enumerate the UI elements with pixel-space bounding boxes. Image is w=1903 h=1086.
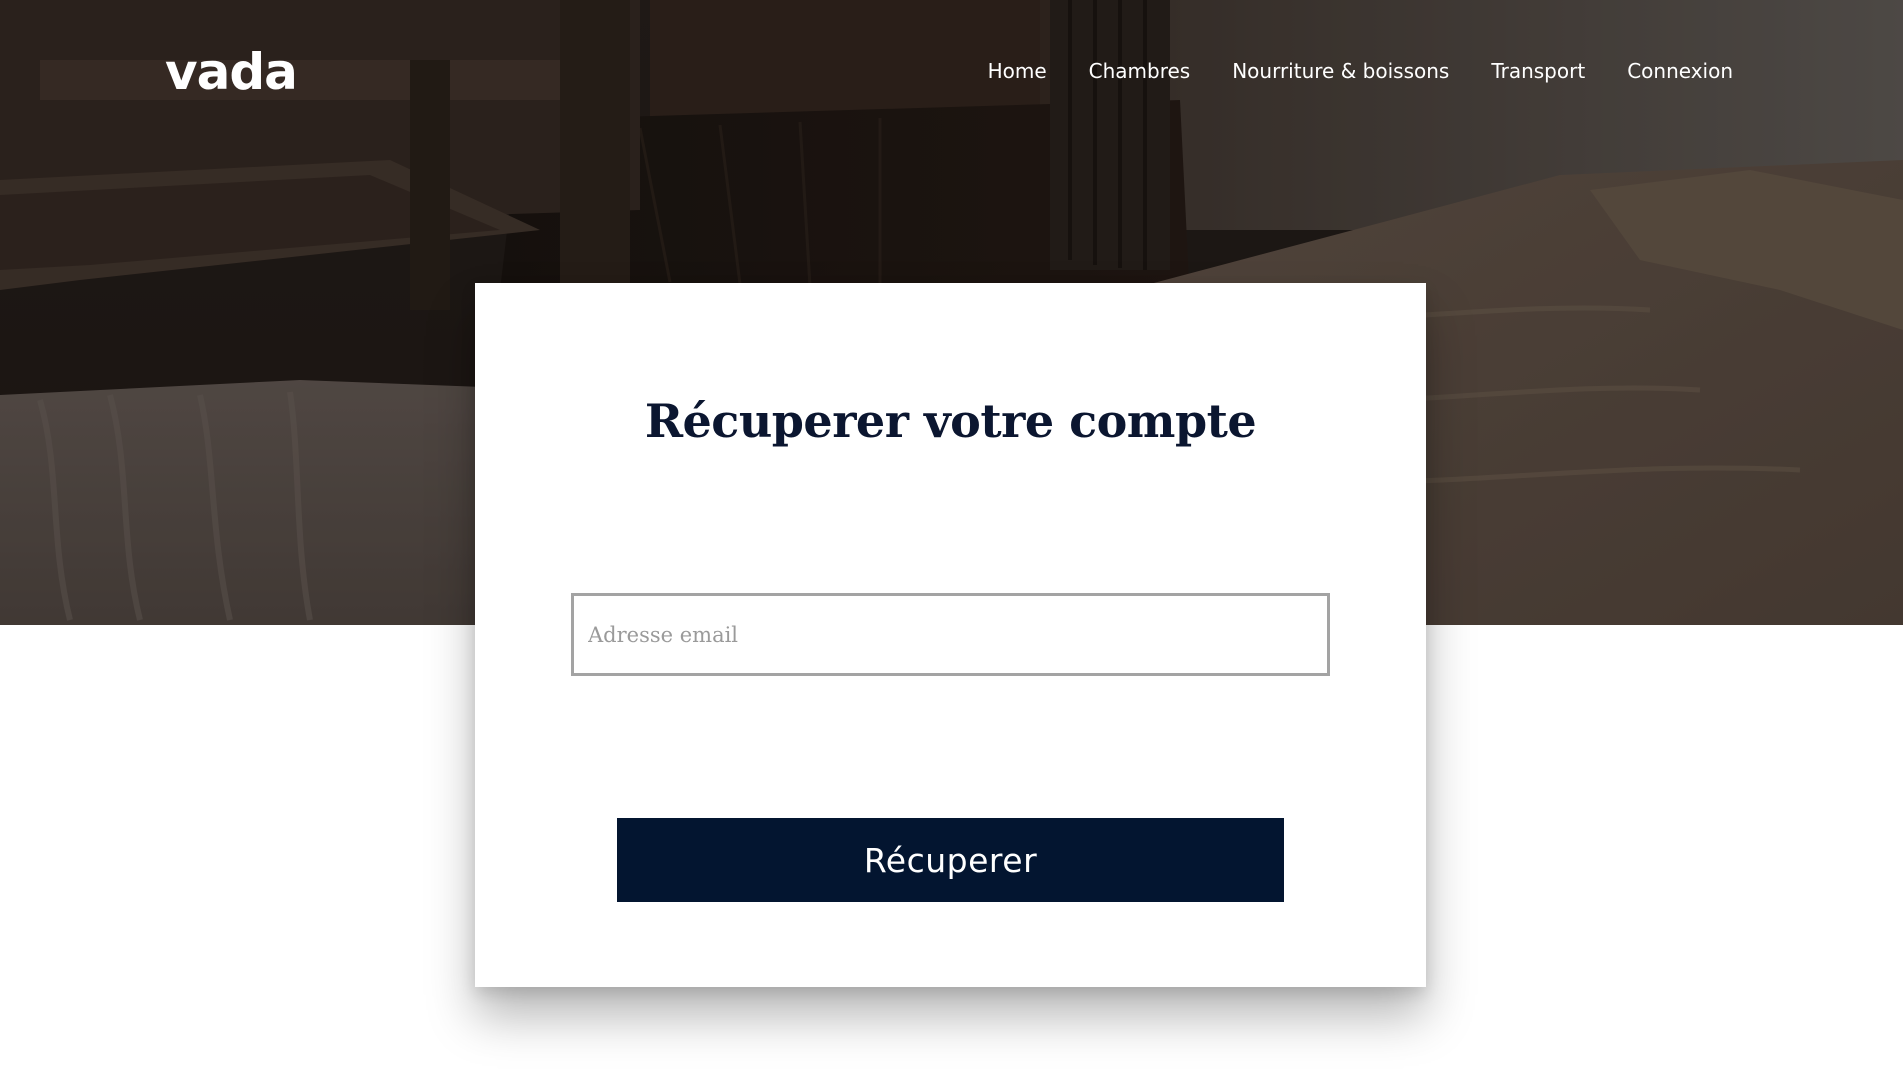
nav-item-connexion: Connexion <box>1585 56 1733 86</box>
nav-link-chambres[interactable]: Chambres <box>1089 56 1191 86</box>
nav-link-home[interactable]: Home <box>988 56 1047 86</box>
email-field[interactable] <box>571 593 1330 676</box>
nav-link-food-drinks[interactable]: Nourriture & boissons <box>1232 56 1449 86</box>
nav-item-food-drinks: Nourriture & boissons <box>1190 56 1449 86</box>
account-recovery-card: Récuperer votre compte Récuperer <box>475 283 1426 987</box>
logo[interactable]: vada <box>165 40 298 104</box>
nav-item-transport: Transport <box>1449 56 1585 86</box>
nav-link-transport[interactable]: Transport <box>1491 56 1585 86</box>
nav-list: Home Chambres Nourriture & boissons Tran… <box>946 56 1733 86</box>
page: vada Home Chambres Nourriture & boissons… <box>0 0 1903 1086</box>
nav-link-connexion[interactable]: Connexion <box>1627 56 1733 86</box>
recover-button[interactable]: Récuperer <box>617 818 1284 902</box>
nav-item-chambres: Chambres <box>1047 56 1191 86</box>
nav-item-home: Home <box>946 56 1047 86</box>
page-title: Récuperer votre compte <box>644 394 1257 448</box>
